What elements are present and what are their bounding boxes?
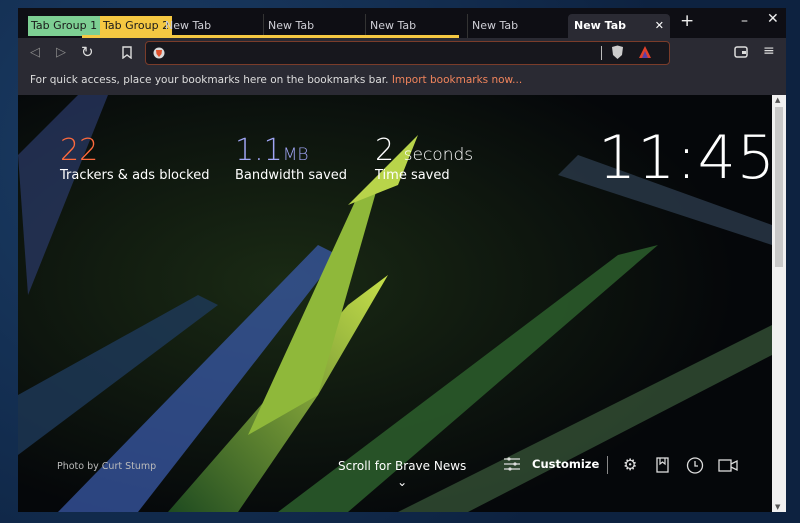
tab-close-icon[interactable]: ✕ (655, 14, 664, 38)
trackers-stat: 22 Trackers & ads blocked (60, 133, 209, 183)
chevron-down-icon[interactable]: ⌄ (338, 475, 466, 489)
divider (607, 456, 608, 474)
bandwidth-stat: 1.1MB Bandwidth saved (235, 133, 347, 183)
customize-label: Customize (532, 457, 600, 471)
brave-rewards-icon[interactable] (638, 45, 652, 59)
photo-credit[interactable]: Photo by Curt Stump (57, 461, 156, 472)
scrollbar-thumb[interactable] (775, 107, 783, 267)
tab[interactable]: New Tab (467, 14, 567, 38)
bookmarks-bar: For quick access, place your bookmarks h… (18, 68, 786, 95)
forward-icon[interactable]: ▷ (56, 45, 66, 60)
minimize-button[interactable]: – (741, 13, 748, 29)
brave-news-button[interactable]: Scroll for Brave News ⌄ (338, 459, 466, 489)
scrollbar[interactable]: ▼ ▲ (772, 95, 786, 512)
settings-icon[interactable]: ⚙ (623, 455, 637, 474)
bandwidth-value: 1.1 (235, 133, 283, 168)
trackers-label: Trackers & ads blocked (60, 168, 210, 183)
brave-shields-icon[interactable] (611, 45, 624, 60)
customize-button[interactable]: Customize (504, 457, 599, 471)
browser-window: Tab Group 1 Tab Group 2 New Tab New Tab … (18, 8, 786, 512)
trackers-count: 22 (60, 133, 99, 168)
tab-group-1[interactable]: Tab Group 1 (28, 16, 101, 36)
bookmarks-icon[interactable] (656, 457, 669, 473)
wallet-icon[interactable] (734, 46, 748, 58)
menu-icon[interactable]: ≡ (763, 43, 775, 59)
bookmarks-message: For quick access, place your bookmarks h… (30, 74, 389, 86)
back-icon[interactable]: ◁ (30, 45, 40, 60)
bandwidth-label: Bandwidth saved (235, 168, 348, 183)
time-label: Time saved (375, 168, 450, 183)
time-stat: 2 seconds Time saved (375, 133, 473, 183)
video-call-icon[interactable] (718, 459, 738, 472)
import-bookmarks-link[interactable]: Import bookmarks now... (392, 74, 522, 86)
news-label: Scroll for Brave News (338, 459, 467, 473)
clock: 11:45 (598, 123, 772, 193)
bandwidth-unit: MB (282, 145, 309, 165)
brave-site-icon (153, 47, 165, 59)
toolbar: ◁ ▷ ↻ ≡ (18, 38, 786, 68)
tab-active[interactable]: New Tab ✕ (568, 14, 670, 38)
scroll-up-icon[interactable]: ▲ (775, 96, 780, 104)
divider (601, 46, 602, 60)
tab-title: New Tab (574, 19, 627, 32)
bookmark-icon[interactable] (122, 46, 132, 59)
tab-strip: Tab Group 1 Tab Group 2 New Tab New Tab … (18, 8, 786, 38)
time-value: 2 (375, 133, 395, 168)
new-tab-page: 22 Trackers & ads blocked 1.1MB Bandwidth … (18, 95, 772, 512)
history-icon[interactable] (686, 457, 704, 474)
address-bar[interactable] (145, 41, 670, 65)
scroll-down-icon[interactable]: ▼ (775, 503, 780, 511)
time-unit: seconds (403, 145, 474, 165)
reload-icon[interactable]: ↻ (81, 43, 94, 61)
close-window-button[interactable]: ✕ (767, 11, 779, 27)
new-tab-button[interactable]: + (680, 11, 694, 31)
sliders-icon (504, 457, 520, 471)
